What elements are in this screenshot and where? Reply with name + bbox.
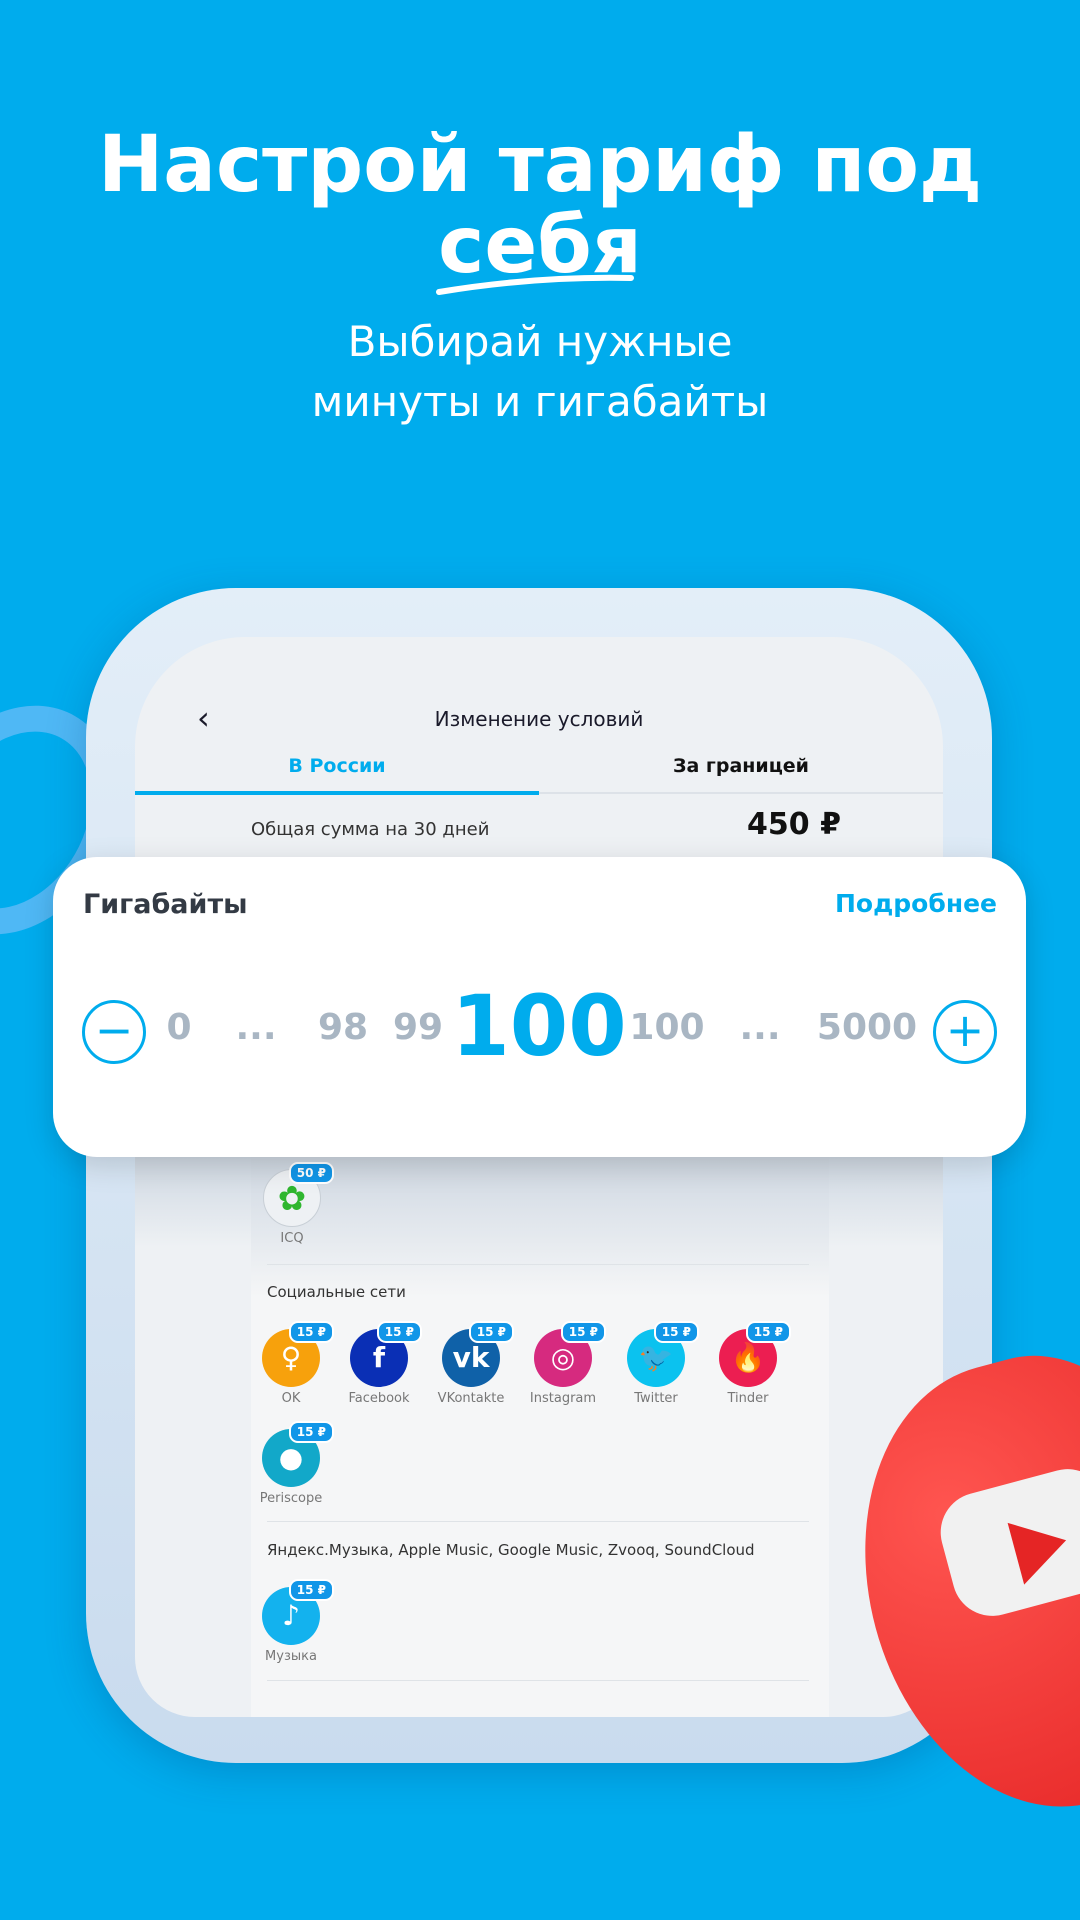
value-ellipsis: ... (235, 1007, 277, 1048)
divider (267, 1264, 809, 1265)
more-link[interactable]: Подробнее (835, 889, 997, 918)
app-label: Twitter (634, 1391, 678, 1406)
selected-value[interactable]: 100 (451, 977, 626, 1075)
divider (267, 1680, 809, 1681)
plus-icon[interactable]: + (933, 1000, 997, 1064)
app-label: Instagram (529, 1391, 597, 1406)
app-музыка[interactable]: ♪ 15 ₽ Музыка (241, 1579, 341, 1664)
app-tinder[interactable]: 🔥 15 ₽ Tinder (698, 1321, 798, 1406)
price-badge: 15 ₽ (288, 1579, 334, 1601)
vkontakte-logo-icon: vk 15 ₽ (442, 1321, 514, 1387)
tab-in-russia[interactable]: В России (135, 755, 539, 777)
value-option[interactable]: 0 (166, 1007, 191, 1048)
app-facebook[interactable]: f 15 ₽ Facebook (329, 1321, 429, 1406)
facebook-logo-icon: f 15 ₽ (350, 1321, 422, 1387)
app-label: ICQ (280, 1231, 304, 1246)
ok-logo-icon: ♀ 15 ₽ (262, 1321, 334, 1387)
twitter-logo-icon: 🐦 15 ₽ (627, 1321, 699, 1387)
icq-flower-icon: ✿ 50 ₽ (263, 1162, 334, 1227)
minus-icon[interactable]: − (82, 1000, 146, 1064)
app-periscope[interactable]: ● 15 ₽ Periscope (241, 1421, 341, 1506)
value-option[interactable]: 5000 (817, 1007, 917, 1048)
app-label: Музыка (265, 1649, 317, 1664)
periscope-logo-icon: ● 15 ₽ (262, 1421, 334, 1487)
divider (267, 1521, 809, 1522)
app-instagram[interactable]: ◎ 15 ₽ Instagram (513, 1321, 613, 1406)
value-option[interactable]: 99 (393, 1007, 443, 1048)
services-panel: ✿ 50 ₽ ICQ Социальные сети ♀ 15 ₽ OK f 15 ₽ Fa… (251, 1097, 829, 1717)
app-label: Facebook (348, 1391, 410, 1406)
app-label: Tinder (727, 1391, 769, 1406)
gigabytes-title: Гигабайты (83, 889, 248, 920)
app-vkontakte[interactable]: vk 15 ₽ VKontakte (421, 1321, 521, 1406)
value-option[interactable]: 100 (629, 1007, 704, 1048)
screen-title: Изменение условий (434, 707, 644, 731)
app-ok[interactable]: ♀ 15 ₽ OK (241, 1321, 341, 1406)
price-badge: 15 ₽ (376, 1321, 422, 1343)
tinder-logo-icon: 🔥 15 ₽ (719, 1321, 791, 1387)
total-label: Общая сумма на 30 дней (251, 819, 490, 840)
price-badge: 15 ₽ (288, 1321, 334, 1343)
app-label: OK (281, 1391, 301, 1406)
app-label: Periscope (259, 1491, 323, 1506)
tab-divider (539, 792, 943, 794)
tab-abroad[interactable]: За границей (539, 755, 943, 777)
price-badge: 50 ₽ (288, 1162, 334, 1184)
subtitle: Выбирай нужные минуты и гигабайты (311, 317, 769, 426)
underline-swoosh (436, 274, 634, 295)
app-label: VKontakte (437, 1391, 505, 1406)
музыка-logo-icon: ♪ 15 ₽ (262, 1579, 334, 1645)
gigabytes-card: Гигабайты Подробнее − 0 ... 98 99 100 10… (53, 857, 1026, 1157)
instagram-logo-icon: ◎ 15 ₽ (534, 1321, 606, 1387)
music-title: Яндекс.Музыка, Apple Music, Google Music… (267, 1541, 755, 1559)
price-badge: 15 ₽ (745, 1321, 791, 1343)
value-option[interactable]: 98 (318, 1007, 368, 1048)
app-icq[interactable]: ✿ 50 ₽ ICQ (242, 1162, 342, 1246)
price-badge: 15 ₽ (653, 1321, 699, 1343)
price-badge: 15 ₽ (288, 1421, 334, 1443)
social-title: Социальные сети (267, 1283, 406, 1301)
app-twitter[interactable]: 🐦 15 ₽ Twitter (606, 1321, 706, 1406)
phone-screen: ‹ Изменение условий В России За границей… (135, 637, 943, 1717)
active-tab-indicator (135, 791, 539, 795)
headline-line1: Настрой тариф под (98, 120, 982, 210)
value-ellipsis: ... (739, 1007, 781, 1048)
total-value: 450 ₽ (747, 807, 841, 842)
price-badge: 15 ₽ (468, 1321, 514, 1343)
price-badge: 15 ₽ (560, 1321, 606, 1343)
